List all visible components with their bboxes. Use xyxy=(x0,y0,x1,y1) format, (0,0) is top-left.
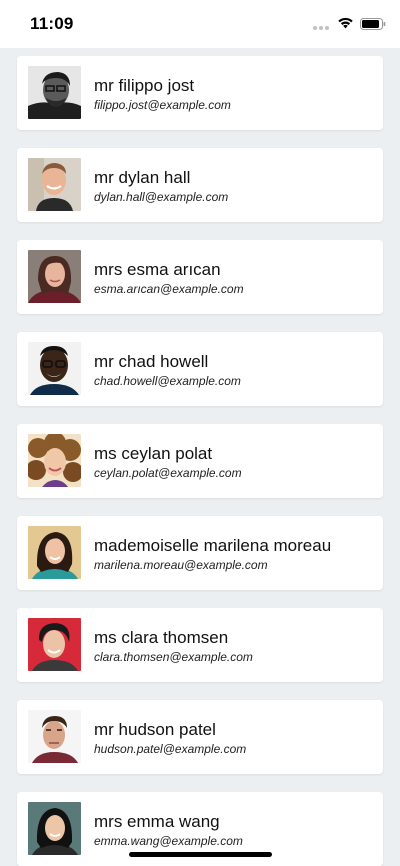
contact-card[interactable]: mr filippo jost filippo.jost@example.com xyxy=(17,56,383,130)
contact-list[interactable]: mr filippo jost filippo.jost@example.com… xyxy=(0,48,400,866)
contact-name: mr hudson patel xyxy=(94,720,216,739)
contact-card[interactable]: mademoiselle marilena moreau marilena.mo… xyxy=(17,516,383,590)
wifi-icon xyxy=(337,16,354,29)
contact-card[interactable]: mr hudson patel hudson.patel@example.com xyxy=(17,700,383,774)
contact-name: mrs esma arıcan xyxy=(94,260,221,279)
avatar xyxy=(28,802,81,855)
contact-email: esma.arıcan@example.com xyxy=(94,282,244,296)
avatar xyxy=(28,710,81,763)
contact-card[interactable]: ms ceylan polat ceylan.polat@example.com xyxy=(17,424,383,498)
status-time: 11:09 xyxy=(30,14,74,33)
contact-card[interactable]: mr dylan hall dylan.hall@example.com xyxy=(17,148,383,222)
battery-icon xyxy=(360,17,386,30)
status-bar: 11:09 xyxy=(0,0,400,48)
avatar xyxy=(28,434,81,487)
avatar xyxy=(28,526,81,579)
contact-card[interactable]: mr chad howell chad.howell@example.com xyxy=(17,332,383,406)
avatar xyxy=(28,250,81,303)
contact-name: mademoiselle marilena moreau xyxy=(94,536,332,555)
contact-email: chad.howell@example.com xyxy=(94,374,241,388)
contact-email: marilena.moreau@example.com xyxy=(94,558,268,572)
avatar xyxy=(28,66,81,119)
contact-name: ms ceylan polat xyxy=(94,444,213,463)
contact-email: dylan.hall@example.com xyxy=(94,190,229,204)
contact-email: ceylan.polat@example.com xyxy=(94,466,242,480)
contact-name: ms clara thomsen xyxy=(94,628,229,647)
contact-name: mr dylan hall xyxy=(94,168,191,187)
signal-dots-icon xyxy=(313,26,331,30)
contact-card[interactable]: mrs esma arıcan esma.arıcan@example.com xyxy=(17,240,383,314)
contact-email: emma.wang@example.com xyxy=(94,834,243,848)
contact-name: mr filippo jost xyxy=(94,76,195,95)
contact-card[interactable]: ms clara thomsen clara.thomsen@example.c… xyxy=(17,608,383,682)
avatar xyxy=(28,158,81,211)
contact-email: hudson.patel@example.com xyxy=(94,742,247,756)
contact-email: filippo.jost@example.com xyxy=(94,98,231,112)
contact-name: mr chad howell xyxy=(94,352,209,371)
avatar xyxy=(28,342,81,395)
contact-name: mrs emma wang xyxy=(94,812,220,831)
home-indicator[interactable] xyxy=(129,852,272,857)
contact-email: clara.thomsen@example.com xyxy=(94,650,253,664)
avatar xyxy=(28,618,81,671)
